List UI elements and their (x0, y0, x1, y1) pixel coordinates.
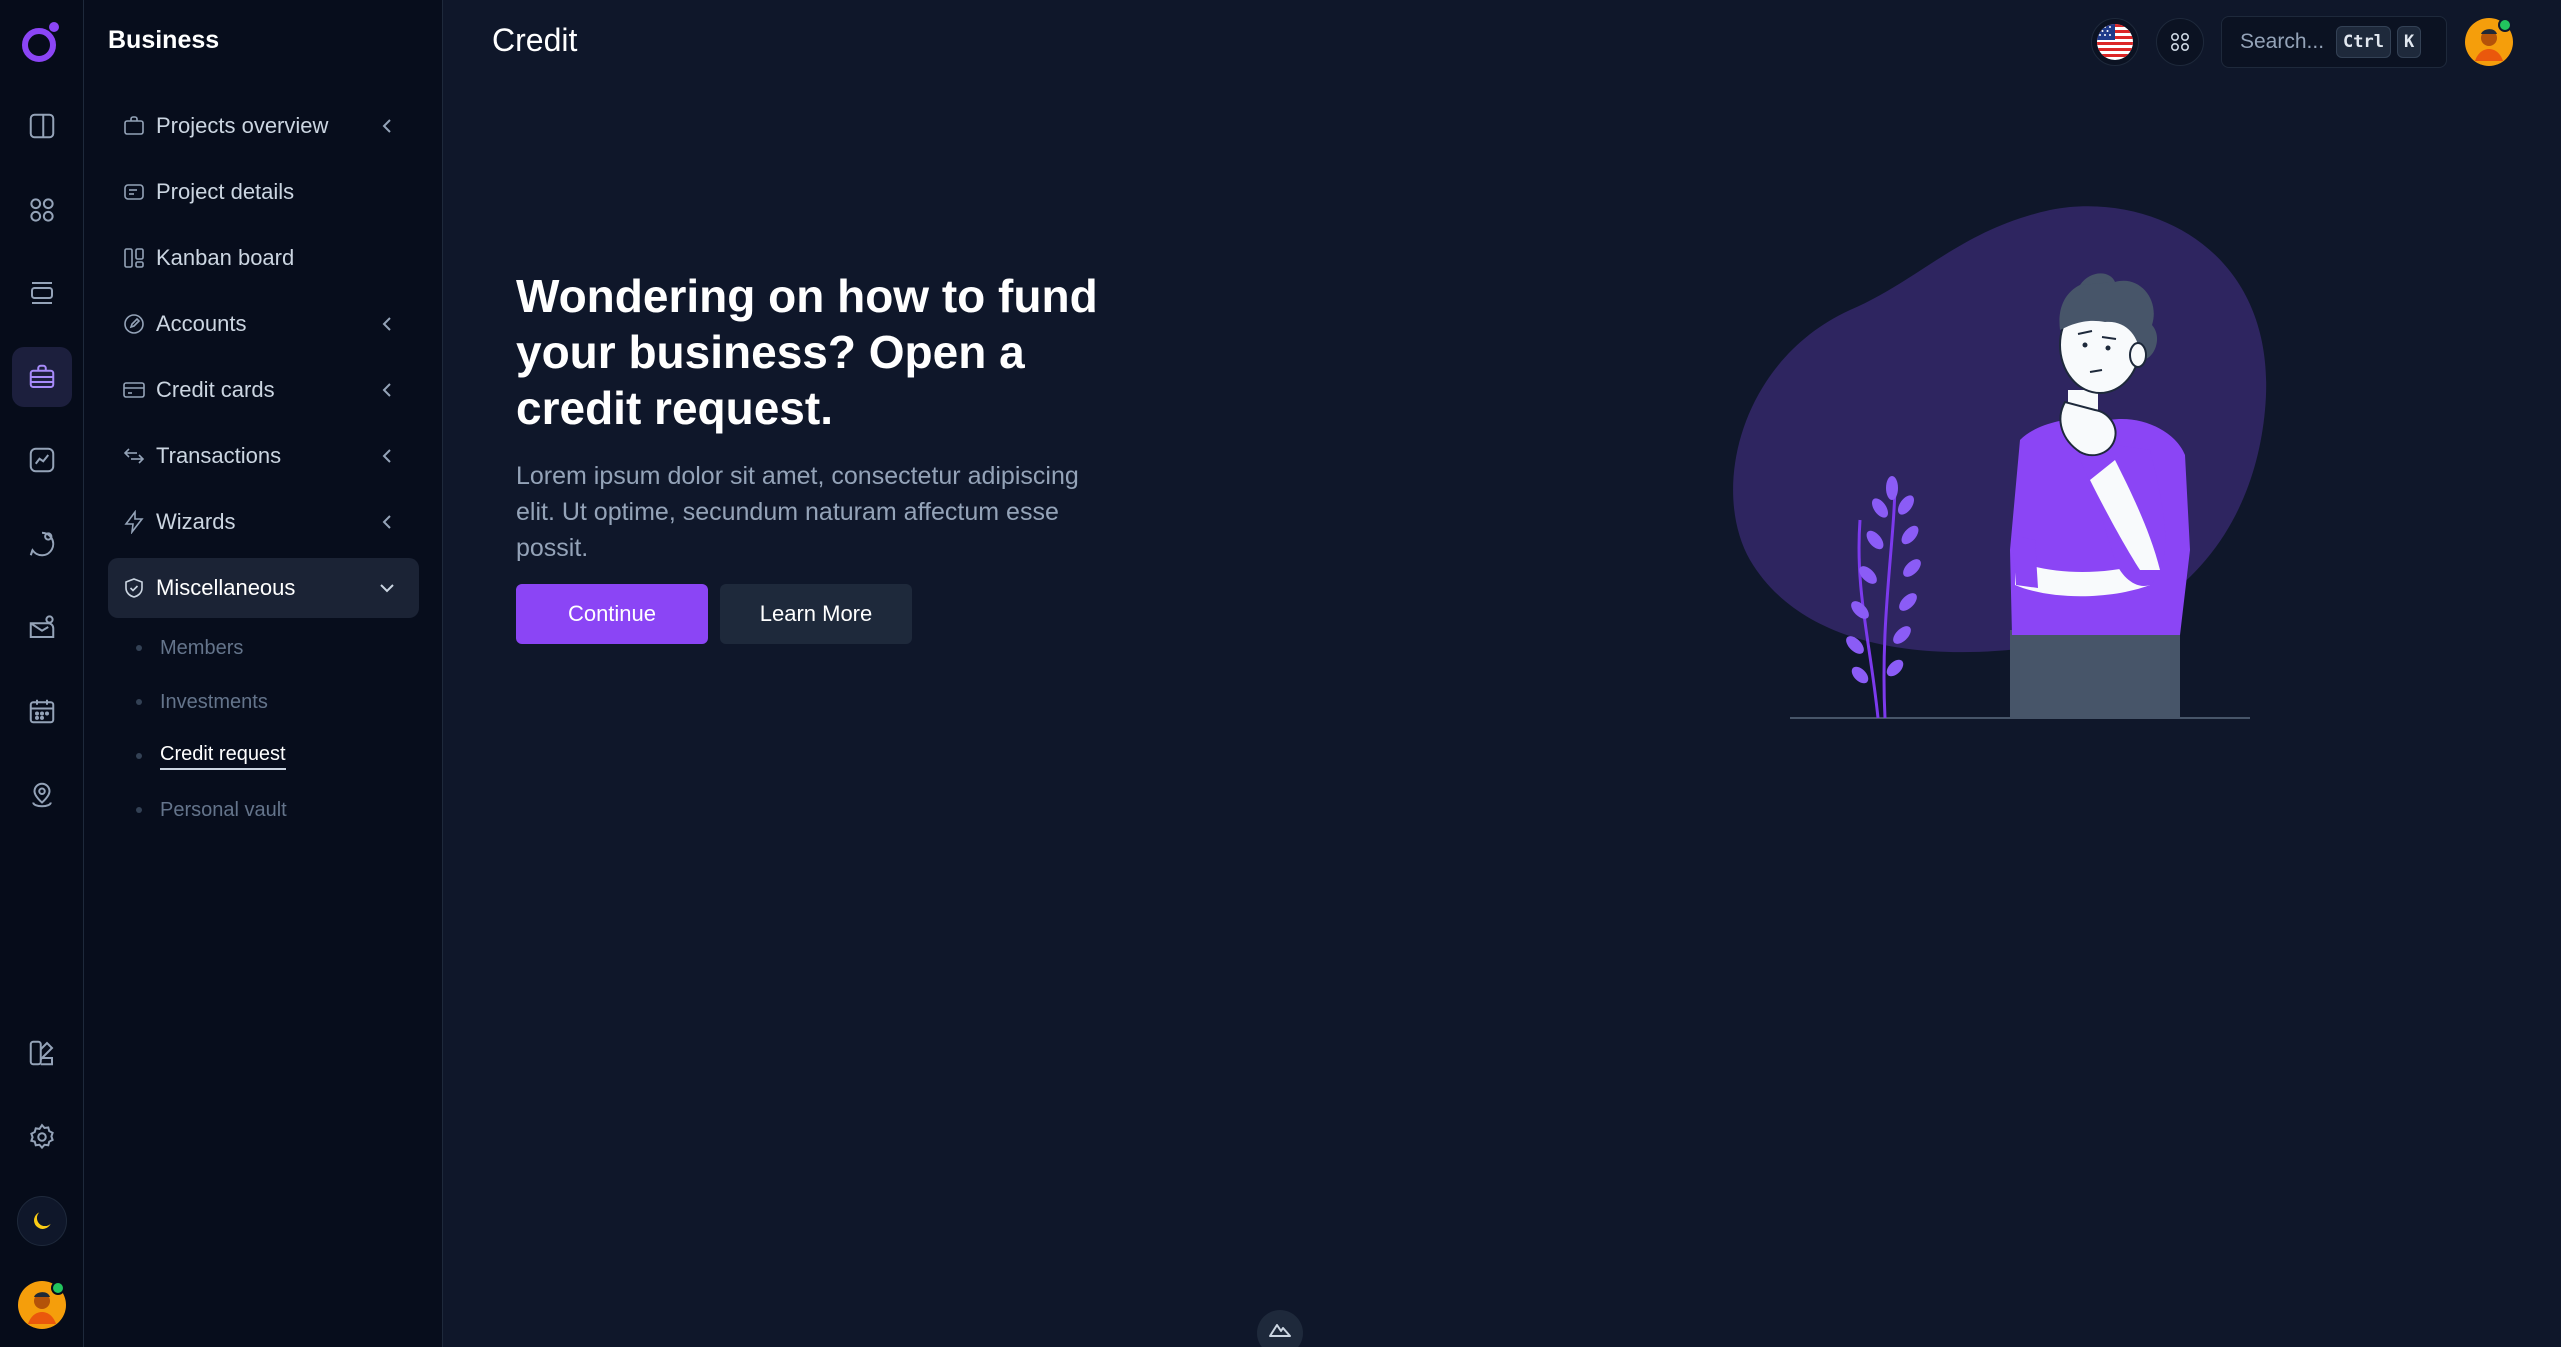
chevron-left-icon (382, 449, 391, 463)
sidebar-item-projects-overview[interactable]: Projects overview (108, 96, 419, 156)
sidebar-item-miscellaneous[interactable]: Miscellaneous (108, 558, 419, 618)
shield-check-icon (125, 578, 143, 598)
layout-list-icon[interactable] (12, 263, 72, 323)
sidebar-item-label: Wizards (156, 509, 236, 534)
search-input[interactable]: Search... Ctrl K (2221, 16, 2447, 68)
mailbox-icon[interactable] (12, 597, 72, 657)
search-placeholder: Search... (2240, 30, 2325, 53)
sidebar-subitem-credit-request[interactable]: Credit request (136, 739, 286, 773)
sidebar-item-label: Kanban board (156, 245, 295, 270)
sidebar-item-label: Credit cards (156, 377, 275, 402)
kanban-icon (124, 248, 144, 268)
sidebar-subitem-label: Members (160, 636, 244, 659)
sidebar-item-label: Miscellaneous (156, 575, 296, 600)
edit-circle-icon (124, 314, 144, 334)
app-root: Business Projects overview Project detai… (0, 0, 2561, 1347)
sidebar-item-credit-cards[interactable]: Credit cards (108, 360, 419, 420)
apps-grid-icon (2170, 32, 2190, 52)
credit-card-icon (123, 382, 145, 398)
sidebar-item-transactions[interactable]: Transactions (108, 426, 419, 486)
briefcase-icon (124, 116, 144, 135)
hero-title: Wondering on how to fund your business? … (516, 270, 1098, 434)
sidebar: Business Projects overview Project detai… (84, 0, 443, 1347)
settings-gear-icon[interactable] (12, 1107, 72, 1167)
sidebar-item-wizards[interactable]: Wizards (108, 492, 419, 552)
bullet-dot (136, 753, 142, 759)
app-logo-icon[interactable] (16, 17, 66, 67)
avatar[interactable] (17, 1280, 67, 1330)
customizer-icon[interactable] (12, 1023, 72, 1083)
shortcut-key-ctrl: Ctrl (2336, 26, 2391, 58)
sidebar-item-kanban-board[interactable]: Kanban board (108, 228, 419, 288)
chevron-left-icon (382, 317, 391, 331)
sidebar-item-label: Transactions (156, 443, 282, 468)
hero-description: Lorem ipsum dolor sit amet, consectetur … (516, 462, 1079, 562)
sidebar-subitem-label: Investments (160, 690, 268, 713)
sidebar-subitem-members[interactable]: Members (136, 631, 243, 665)
calendar-icon[interactable] (12, 681, 72, 741)
nuxt-logo-icon (1257, 1310, 1303, 1347)
sidebar-item-label: Accounts (156, 311, 247, 336)
learn-more-button[interactable]: Learn More (720, 584, 912, 644)
sidebar-subitem-label: Credit request (160, 743, 286, 770)
bullet-dot (136, 699, 142, 705)
language-selector-button[interactable] (2091, 18, 2139, 66)
chevron-left-icon (382, 515, 391, 529)
moon-icon (34, 1212, 51, 1229)
sidebar-title: Business (108, 26, 220, 54)
shortcut-key-k: K (2397, 26, 2422, 58)
chevron-down-icon (380, 584, 394, 593)
chevron-left-icon (382, 383, 391, 397)
sidebar-item-project-details[interactable]: Project details (108, 162, 419, 222)
us-flag-icon (2097, 24, 2133, 60)
chevron-left-icon (382, 119, 391, 133)
user-avatar[interactable] (2464, 17, 2514, 67)
analytics-chart-icon[interactable] (12, 430, 72, 490)
sidebar-item-label: Projects overview (156, 113, 329, 138)
lightning-icon (124, 510, 144, 534)
apps-grid-button[interactable] (2156, 18, 2204, 66)
theme-toggle-button[interactable] (17, 1196, 67, 1246)
card-text-icon (124, 184, 144, 200)
continue-button[interactable]: Continue (516, 584, 708, 644)
briefcase-icon[interactable] (12, 347, 72, 407)
sidebar-subitem-investments[interactable]: Investments (136, 685, 268, 719)
sidebar-panel-icon[interactable] (12, 96, 72, 156)
map-pin-icon[interactable] (12, 765, 72, 825)
thinking-person-illustration (1720, 190, 2280, 730)
chat-bubble-icon[interactable] (12, 514, 72, 574)
bullet-dot (136, 807, 142, 813)
page-title: Credit (492, 22, 578, 58)
sidebar-subitem-label: Personal vault (160, 798, 287, 821)
icon-rail (0, 0, 84, 1347)
sidebar-item-label: Project details (156, 179, 295, 204)
sidebar-item-accounts[interactable]: Accounts (108, 294, 419, 354)
bullet-dot (136, 645, 142, 651)
sidebar-subitem-personal-vault[interactable]: Personal vault (136, 793, 287, 827)
dashboard-grid-icon[interactable] (12, 180, 72, 240)
arrows-swap-icon (123, 448, 145, 464)
